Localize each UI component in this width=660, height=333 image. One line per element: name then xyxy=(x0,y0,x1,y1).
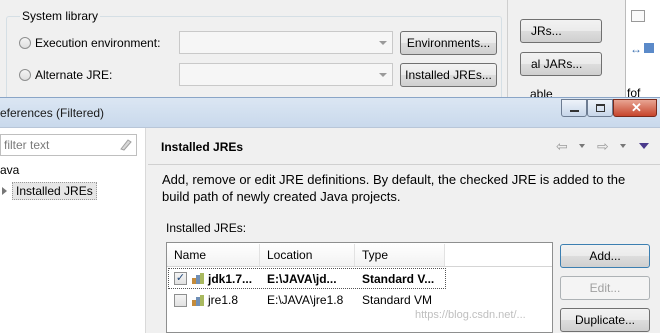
jre-checkbox-checked[interactable]: ✓ xyxy=(174,272,187,285)
installed-jres-label: Installed JREs: xyxy=(166,221,247,235)
tree-item-installed-jres[interactable]: Installed JREs xyxy=(12,182,97,200)
column-name[interactable]: Name xyxy=(167,244,260,266)
link-icon: ↔ xyxy=(630,42,642,56)
minimize-icon xyxy=(570,110,579,112)
execution-environment-label: Execution environment: xyxy=(35,36,161,50)
jre-type: Standard V... xyxy=(362,272,435,286)
navigation-pane xyxy=(0,128,146,333)
back-dropdown-icon[interactable] xyxy=(579,144,585,148)
filter-placeholder: filter text xyxy=(4,138,50,152)
jre-library-icon xyxy=(192,295,204,306)
column-location[interactable]: Location xyxy=(260,244,355,266)
environments-button[interactable]: Environments... xyxy=(400,31,497,55)
close-button[interactable]: ✕ xyxy=(613,99,657,117)
jre-name: jdk1.7... xyxy=(208,272,253,286)
chevron-down-icon xyxy=(379,73,387,77)
minimize-button[interactable] xyxy=(561,99,587,117)
jre-type: Standard VM xyxy=(362,293,433,307)
clear-filter-icon[interactable] xyxy=(119,138,132,151)
jre-location: E:\JAVA\jre1.8 xyxy=(267,293,344,307)
duplicate-button[interactable]: Duplicate... xyxy=(560,308,650,332)
forward-icon[interactable]: ⇨ xyxy=(597,138,609,155)
edit-button[interactable]: Edit... xyxy=(560,276,650,300)
page-description: Add, remove or edit JRE definitions. By … xyxy=(162,172,626,204)
page-title: Installed JREs xyxy=(161,140,244,154)
execution-environment-combo[interactable] xyxy=(179,31,393,54)
header-divider xyxy=(167,266,552,267)
expand-arrow-icon[interactable] xyxy=(2,187,7,195)
alternate-jre-label: Alternate JRE: xyxy=(35,68,113,82)
external-jars-button[interactable]: al JARs... xyxy=(520,52,602,76)
alternate-jre-combo[interactable] xyxy=(179,63,393,86)
jars-button[interactable]: JRs... xyxy=(520,19,602,43)
jre-name: jre1.8 xyxy=(208,293,239,307)
forward-dropdown-icon[interactable] xyxy=(620,144,626,148)
column-type[interactable]: Type xyxy=(355,244,445,266)
execution-environment-radio[interactable] xyxy=(19,37,31,49)
maximize-button[interactable] xyxy=(587,99,613,117)
add-button[interactable]: Add... xyxy=(560,244,650,268)
window-icon xyxy=(631,10,645,22)
alternate-jre-radio[interactable] xyxy=(19,69,31,81)
system-library-group xyxy=(6,16,502,106)
close-icon: ✕ xyxy=(631,100,642,115)
tree-item-java[interactable]: ava xyxy=(0,163,19,177)
view-menu-icon[interactable] xyxy=(639,143,649,149)
back-icon[interactable]: ⇦ xyxy=(556,138,568,155)
watermark: https://blog.csdn.net/... xyxy=(415,309,526,321)
chevron-down-icon xyxy=(379,41,387,45)
title-separator xyxy=(148,164,660,165)
package-icon xyxy=(644,43,654,53)
background-dialog-right xyxy=(509,0,625,100)
installed-jres-button[interactable]: Installed JREs... xyxy=(400,63,497,87)
jre-location: E:\JAVA\jd... xyxy=(267,272,337,286)
jre-library-icon xyxy=(192,273,204,284)
maximize-icon xyxy=(596,104,605,112)
window-title: eferences (Filtered) xyxy=(0,106,105,120)
jre-checkbox[interactable] xyxy=(174,294,187,307)
system-library-title: System library xyxy=(20,9,101,23)
